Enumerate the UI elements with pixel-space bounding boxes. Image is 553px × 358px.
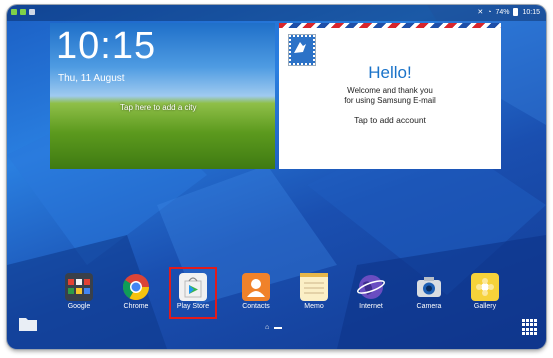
app-label: Chrome: [123, 303, 149, 310]
play-store-highlight: [169, 267, 217, 319]
app-gallery[interactable]: Gallery: [461, 273, 509, 310]
home-page-icon[interactable]: ⌂: [265, 324, 269, 331]
airmail-border: [279, 23, 501, 28]
app-label: Camera: [416, 303, 442, 310]
internet-icon: [357, 273, 385, 301]
contacts-icon: [242, 273, 270, 301]
app-dock: Google Chrome Play Store Contacts Memo I…: [55, 273, 505, 323]
battery-level: 74%: [495, 8, 510, 16]
folder-icon[interactable]: [18, 316, 38, 332]
app-label: Memo: [304, 303, 324, 310]
email-widget[interactable]: Hello! Welcome and thank you for using S…: [279, 23, 501, 169]
app-google[interactable]: Google: [55, 273, 103, 310]
apps-grid-icon[interactable]: [522, 319, 538, 335]
memo-icon: [300, 273, 328, 301]
notification-icon: [20, 9, 26, 15]
wifi-icon: ◔: [487, 8, 492, 16]
app-label: Gallery: [473, 303, 497, 310]
email-welcome-text: Welcome and thank you for using Samsung …: [279, 86, 501, 106]
add-city-hint[interactable]: Tap here to add a city: [120, 103, 197, 112]
status-bar: ✕ ◔ 74% 10:15: [7, 5, 546, 21]
clock-date: Thu, 11 August: [58, 73, 125, 84]
battery-icon: [513, 8, 519, 16]
app-internet[interactable]: Internet: [347, 273, 395, 310]
app-contacts[interactable]: Contacts: [232, 273, 280, 310]
camera-icon: [415, 273, 443, 301]
app-label: Contacts: [242, 303, 270, 310]
stamp-icon: [288, 34, 316, 66]
system-icons: ✕ ◔ 74% 10:15: [477, 8, 540, 16]
clock-time: 10:15: [56, 25, 157, 67]
app-label: Google: [67, 303, 91, 310]
app-camera[interactable]: Camera: [405, 273, 453, 310]
page-dot[interactable]: [274, 326, 283, 329]
status-time: 10:15: [522, 8, 540, 16]
notification-icons: [11, 9, 35, 15]
notification-icon: [11, 9, 17, 15]
app-chrome[interactable]: Chrome: [112, 273, 160, 310]
app-label: Internet: [359, 303, 383, 310]
email-welcome-line2: for using Samsung E-mail: [344, 96, 436, 105]
clock-weather-widget[interactable]: 10:15 Thu, 11 August Tap here to add a c…: [50, 23, 275, 169]
email-welcome-line1: Welcome and thank you: [347, 86, 433, 95]
email-greeting: Hello!: [368, 63, 412, 82]
image-icon: [29, 9, 35, 15]
tablet-screen: ✕ ◔ 74% 10:15 10:15 Thu, 11 August Tap h…: [7, 5, 546, 349]
gallery-icon: [471, 273, 499, 301]
add-account-link[interactable]: Tap to add account: [279, 115, 501, 125]
chrome-icon: [122, 273, 150, 301]
page-indicator[interactable]: ⌂: [265, 324, 283, 331]
mute-icon: ✕: [477, 9, 484, 16]
app-memo[interactable]: Memo: [290, 273, 338, 310]
google-folder-icon: [65, 273, 93, 301]
